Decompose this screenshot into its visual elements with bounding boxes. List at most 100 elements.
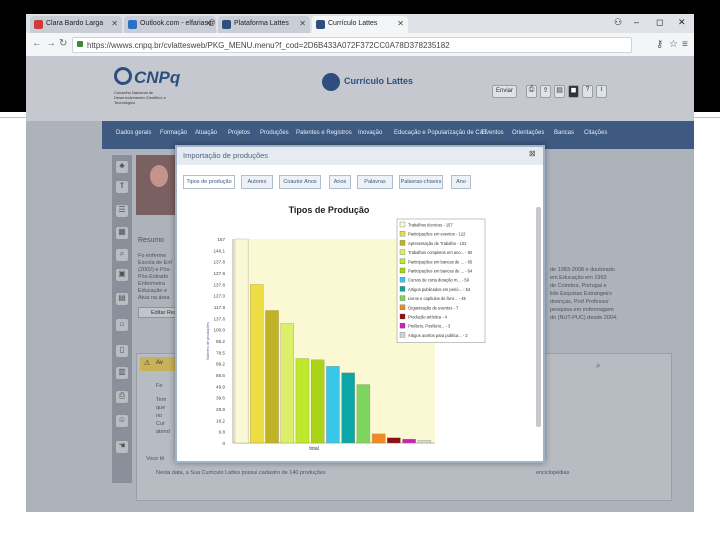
nav-eventos[interactable]: Eventos [482, 130, 504, 136]
config-icon[interactable]: ◼ [568, 85, 579, 98]
sidebar-doc-icon[interactable]: ▤ [116, 293, 128, 305]
menu-icon[interactable]: ≡ [682, 39, 688, 50]
tab-tipos-producao[interactable]: Tipos de produção [183, 175, 235, 189]
url-text: https://wwws.cnpq.br/cvlattesweb/PKG_MEN… [87, 41, 450, 50]
help-icon[interactable]: ? [582, 85, 593, 98]
nav-dados-gerais[interactable]: Dados gerais [116, 130, 151, 136]
lock-icon [77, 41, 83, 47]
url-field[interactable]: https://wwws.cnpq.br/cvlattesweb/PKG_MEN… [72, 37, 632, 53]
print-icon[interactable]: ⎙ [526, 85, 537, 98]
key-icon[interactable]: ⚷ [656, 39, 663, 50]
sidebar-tree-icon[interactable]: ♣ [116, 161, 128, 173]
legend-label-2: Participações em eventos - 122 [408, 232, 466, 237]
y-tick-label: 39.6 [216, 396, 225, 401]
tab-favicon-icon [222, 20, 231, 29]
tab-label: Clara Bardo Larga [46, 20, 104, 27]
tab-clara[interactable]: Clara Bardo Larga ✕ [30, 16, 122, 33]
sidebar-up-icon[interactable]: ⇑ [116, 181, 128, 193]
resumo-line: Escola de Enf [138, 260, 172, 266]
tab-bar: Clara Bardo Larga ✕ Outlook.com - elfari… [26, 14, 694, 33]
sidebar-hand-icon[interactable]: ☚ [116, 441, 128, 453]
tab-palavras-chaves[interactable]: Palavras-chaves [399, 175, 443, 189]
tab-curriculo-lattes[interactable]: Currículo Lattes ✕ [312, 16, 408, 33]
legend-label-4: Trabalhos completos em ano... - 92 [408, 250, 473, 255]
legend-swatch-3 [399, 240, 406, 246]
right-bottom-line: enciclopédias [536, 470, 570, 476]
nav-atuacao[interactable]: Atuação [195, 130, 217, 136]
tab-favicon-icon [316, 20, 325, 29]
tab-label: Currículo Lattes [328, 20, 378, 27]
share-icon[interactable]: ⇪ [540, 85, 551, 98]
dialog-title-bar: Importação de produções ⊠ [177, 147, 543, 165]
dialog-scrollbar[interactable] [536, 207, 541, 427]
legend-label-12: Prefácio, Posfácio... - 3 [408, 324, 451, 329]
legend-label-5: Participações em bancas de ... - 65 [408, 259, 473, 264]
nav-inovacao[interactable]: Inovação [358, 130, 382, 136]
edit-resumo-button[interactable]: Editar Resu [138, 307, 180, 318]
send-button[interactable]: Enviar [492, 85, 518, 98]
star-icon[interactable]: ☆ [669, 39, 678, 50]
sidebar-search-icon[interactable]: ⌕ [116, 249, 128, 261]
info-icon[interactable]: i [596, 85, 607, 98]
export-icon[interactable]: ▤ [554, 85, 565, 98]
tab-ano[interactable]: Ano [451, 175, 471, 189]
bar-2 [250, 284, 264, 444]
close-icon[interactable]: ⊠ [529, 149, 539, 160]
nav-producoes[interactable]: Produções [260, 130, 289, 136]
tab-palavras[interactable]: Palavras [357, 175, 393, 189]
nav-formacao[interactable]: Formação [160, 130, 187, 136]
minimize-icon[interactable]: ‒ [634, 17, 639, 27]
right-line: de Coimbra, Portugal e [550, 283, 607, 289]
sidebar-chart-icon[interactable]: ▥ [116, 367, 128, 379]
sidebar-home-icon[interactable]: ⌂ [116, 319, 128, 331]
tab-plataforma-lattes[interactable]: Plataforma Lattes ✕ [218, 16, 310, 33]
legend-label-10: Organização de eventos - 7 [408, 305, 459, 310]
nav-orientacoes[interactable]: Orientações [512, 130, 544, 136]
y-tick-label: 18.2 [216, 418, 225, 423]
lattes-logo-icon [322, 73, 340, 91]
close-icon[interactable]: ✕ [205, 19, 212, 28]
sidebar-file-icon[interactable]: ▯ [116, 345, 128, 357]
close-icon[interactable]: ✕ [111, 19, 118, 28]
sidebar-list-icon[interactable]: ☰ [116, 205, 128, 217]
panel-line: Fe [156, 383, 163, 389]
tab-coautor-anos[interactable]: Coautor Anos [279, 175, 321, 189]
reload-icon[interactable]: ↻ [59, 38, 67, 49]
y-tick-label: 117.8 [214, 305, 226, 310]
right-line: doenças, Prof Professor [550, 299, 610, 305]
sidebar-grid-icon[interactable]: ▦ [116, 227, 128, 239]
legend-swatch-10 [399, 304, 406, 310]
y-tick-label: 157 [217, 237, 225, 242]
cnpq-logo-text: CNPq [134, 68, 181, 87]
nav-patentes[interactable]: Patentes e Registros [296, 130, 352, 136]
tab-anos[interactable]: Anos [329, 175, 351, 189]
sidebar-print-icon[interactable]: ⎙ [116, 391, 128, 403]
slide: Clara Bardo Larga ✕ Outlook.com - elfari… [0, 0, 720, 540]
back-icon[interactable]: ← [32, 38, 42, 49]
sidebar-book-icon[interactable]: ▣ [116, 269, 128, 281]
search-icon[interactable]: ⌕ [596, 361, 600, 371]
right-line: em Educação em 1993 [550, 275, 607, 281]
legend-swatch-2 [399, 231, 406, 237]
legend-label-7: Cursos de curta duração m... - 59 [408, 278, 470, 283]
bar-8 [341, 372, 355, 444]
close-icon[interactable]: ✕ [397, 19, 404, 28]
legend-swatch-8 [399, 286, 406, 292]
nav-citacoes[interactable]: Citações [584, 130, 607, 136]
y-tick-label: 146.1 [214, 248, 226, 253]
close-icon[interactable]: ✕ [299, 19, 306, 28]
resumo-label: Resumo [138, 237, 165, 244]
panel-line: Cur [156, 421, 165, 427]
y-tick-label: 100.0 [214, 328, 226, 333]
window-user-icon[interactable]: ⚇ [614, 17, 622, 28]
nav-projetos[interactable]: Projetos [228, 130, 250, 136]
sidebar-users-icon[interactable]: ☺ [116, 415, 128, 427]
tab-autores[interactable]: Autores [241, 175, 273, 189]
nav-educacao[interactable]: Educação e Popularização de C&T [394, 130, 487, 136]
tab-outlook[interactable]: Outlook.com - elfarias@ ✕ [124, 16, 216, 33]
nav-bancas[interactable]: Bancas [554, 130, 574, 136]
maximize-icon[interactable]: ◻ [656, 17, 663, 28]
forward-icon[interactable]: → [46, 38, 56, 49]
legend-swatch-7 [399, 277, 406, 283]
close-window-icon[interactable]: ✕ [678, 17, 686, 28]
